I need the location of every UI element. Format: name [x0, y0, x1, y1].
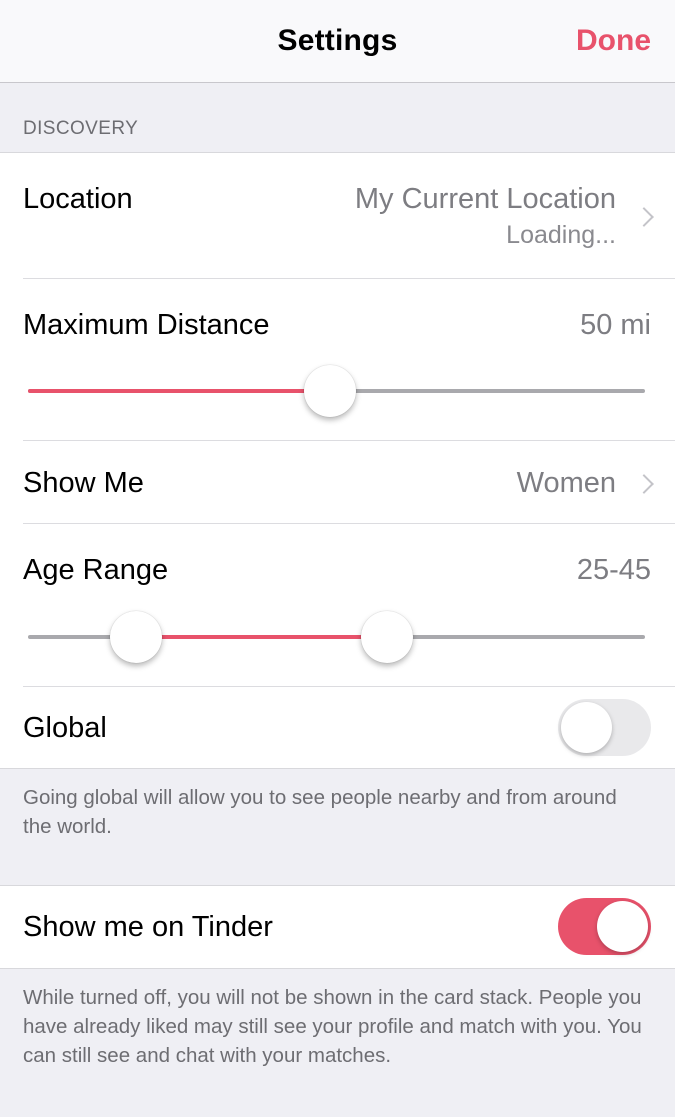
- max-distance-label: Maximum Distance: [23, 309, 270, 341]
- toggle-knob: [561, 702, 612, 753]
- show-me-value: Women: [516, 467, 616, 499]
- show-me-label: Show Me: [23, 467, 144, 499]
- section-header-discovery: DISCOVERY: [23, 118, 139, 139]
- location-row[interactable]: Location My Current Location Loading...: [0, 153, 675, 278]
- slider-fill: [28, 389, 331, 393]
- age-range-slider[interactable]: [28, 611, 645, 663]
- location-status: Loading...: [506, 221, 616, 249]
- global-label: Global: [23, 712, 107, 744]
- max-distance-value: 50 mi: [580, 309, 651, 341]
- show-me-on-tinder-label: Show me on Tinder: [23, 911, 273, 943]
- location-value: My Current Location: [354, 183, 616, 215]
- max-distance-slider-thumb[interactable]: [304, 365, 357, 417]
- location-label: Location: [23, 183, 133, 215]
- show-me-row[interactable]: Show Me Women: [0, 441, 675, 523]
- show-me-on-tinder-toggle[interactable]: [558, 898, 651, 955]
- global-toggle[interactable]: [558, 699, 651, 756]
- age-range-value: 25-45: [576, 554, 651, 586]
- age-range-label: Age Range: [23, 554, 169, 586]
- max-distance-slider[interactable]: [28, 365, 645, 417]
- chevron-right-icon: [634, 474, 654, 494]
- global-footer-text: Going global will allow you to see peopl…: [23, 786, 617, 838]
- navigation-bar: Settings Done: [0, 0, 675, 83]
- done-button[interactable]: Done: [576, 24, 651, 58]
- show-me-on-tinder-footer-text: While turned off, you will not be shown …: [23, 986, 642, 1067]
- show-me-on-tinder-row: Show me on Tinder: [0, 886, 675, 968]
- age-range-row: Age Range 25-45: [0, 524, 675, 686]
- max-distance-row: Maximum Distance 50 mi: [0, 279, 675, 441]
- age-max-slider-thumb[interactable]: [361, 611, 414, 663]
- chevron-right-icon: [634, 207, 654, 227]
- page-title: Settings: [277, 24, 398, 57]
- age-min-slider-thumb[interactable]: [109, 611, 162, 663]
- toggle-knob: [597, 901, 648, 952]
- global-row: Global: [0, 687, 675, 769]
- slider-fill: [135, 635, 388, 639]
- visibility-group: Show me on Tinder: [0, 885, 675, 969]
- discovery-group: Location My Current Location Loading... …: [0, 152, 675, 769]
